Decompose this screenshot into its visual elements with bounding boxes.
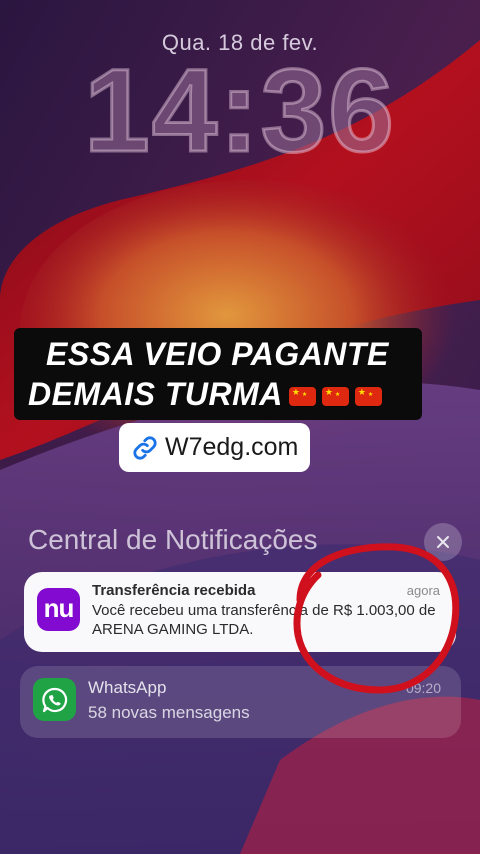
notification-header: Transferência recebida agora (92, 582, 440, 599)
notification-body: Transferência recebida agora Você recebe… (92, 582, 440, 652)
link-text: W7edg.com (165, 433, 299, 461)
notification-nubank-transfer[interactable]: nu Transferência recebida agora Você rec… (24, 572, 456, 652)
link-sticker[interactable]: W7edg.com (119, 423, 310, 472)
whatsapp-icon (33, 678, 76, 721)
caption-line-2: DEMAIS TURMA (28, 374, 416, 414)
notification-text: 58 novas mensagens (88, 703, 250, 722)
nubank-icon-text: nu (43, 592, 75, 623)
caption-line-1: ESSA VEIO PAGANTE (46, 336, 389, 372)
notification-whatsapp[interactable]: WhatsApp 09:20 58 novas mensagens (20, 666, 461, 738)
notification-center-close-button[interactable] (424, 523, 462, 561)
caption-line-2-text: DEMAIS TURMA (28, 376, 283, 412)
china-flag-icon (354, 387, 382, 407)
lockscreen-clock: 14:36 (83, 45, 396, 177)
nubank-icon: nu (37, 588, 80, 631)
notification-time: agora (406, 583, 440, 598)
video-caption: ESSA VEIO PAGANTE DEMAIS TURMA (14, 328, 422, 420)
china-flag-icon (321, 387, 349, 407)
notification-time: 09:20 (405, 680, 441, 696)
close-icon (437, 536, 449, 548)
notification-text: Você recebeu uma transferência de R$ 1.0… (92, 602, 436, 638)
notification-title: WhatsApp (88, 678, 167, 697)
link-icon (133, 435, 157, 460)
china-flag-icon (288, 387, 316, 407)
whatsapp-logo-icon (41, 687, 67, 712)
notification-title: Transferência recebida (92, 582, 256, 599)
notification-center-title: Central de Notificações (28, 524, 318, 555)
notification-header: WhatsApp 09:20 (88, 678, 441, 698)
notification-body: WhatsApp 09:20 58 novas mensagens (88, 678, 441, 738)
